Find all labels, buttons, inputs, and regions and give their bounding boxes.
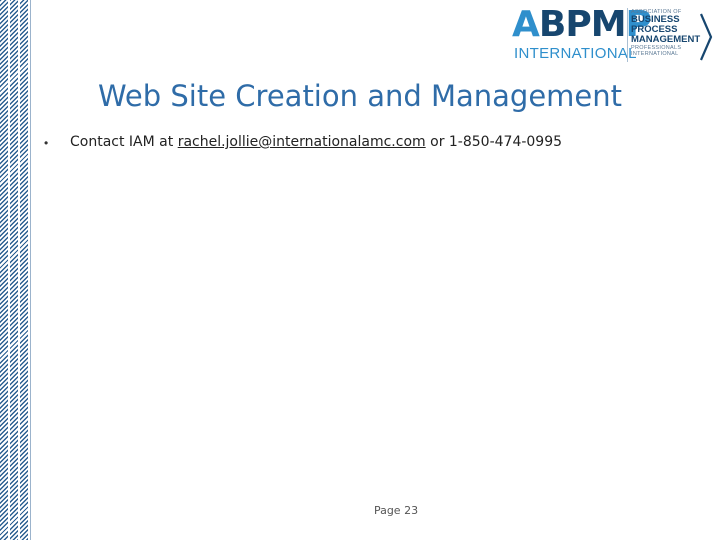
- contact-prefix: Contact IAM at: [70, 134, 178, 150]
- contact-bullet: Contact IAM at rachel.jollie@internation…: [70, 131, 562, 153]
- logo-international: INTERNATIONAL: [514, 45, 637, 62]
- abpmp-logo: ABPMP INTERNATIONAL ASSOCIATION OF BUSIN…: [512, 4, 714, 66]
- email-link[interactable]: rachel.jollie@internationalamc.com: [178, 134, 426, 150]
- logo-international-small: INTERNATIONAL: [631, 51, 679, 57]
- logo-text-block: ASSOCIATION OF BUSINESS PROCESS MANAGEME…: [631, 9, 700, 57]
- slide-title: Web Site Creation and Management: [97, 79, 623, 113]
- page-number: Page 23: [373, 504, 419, 517]
- logo-letters-bpm: BPM: [538, 4, 627, 45]
- logo-divider: [627, 8, 628, 62]
- bullet-dot-icon: •: [44, 136, 49, 150]
- logo-management: MANAGEMENT: [631, 34, 701, 45]
- contact-phone: or 1-850-474-0995: [425, 134, 563, 150]
- logo-letter-a: A: [512, 4, 540, 45]
- chevron-right-icon: [699, 13, 713, 61]
